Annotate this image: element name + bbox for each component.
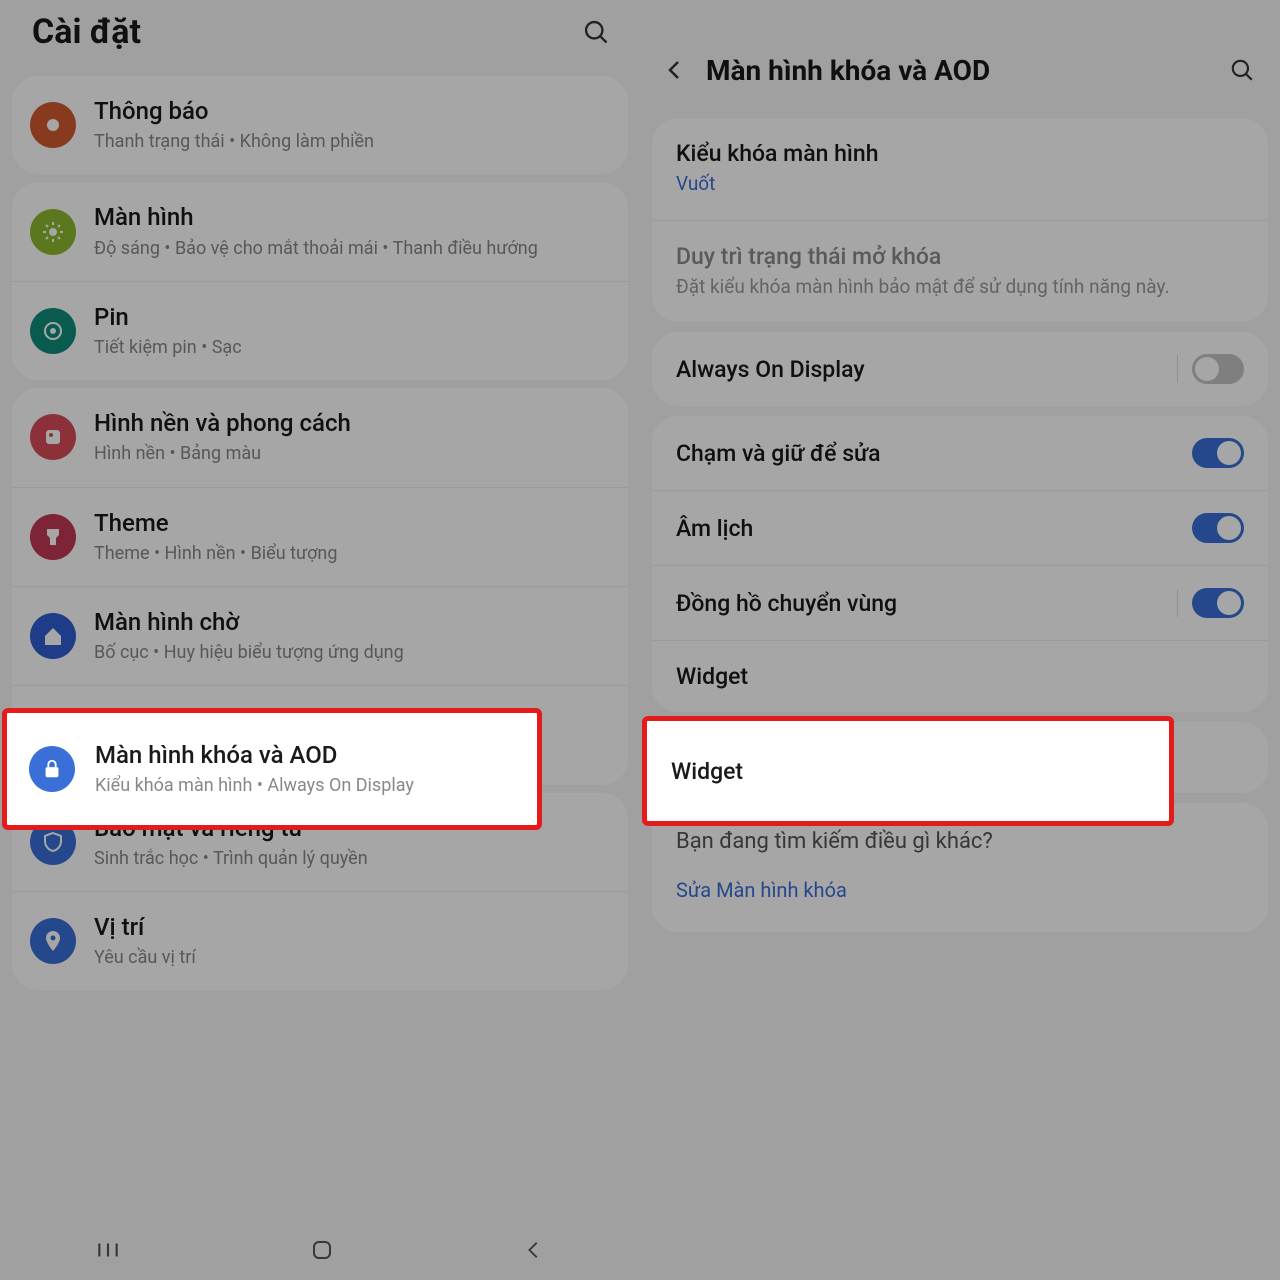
search-button[interactable] [1222, 50, 1262, 90]
extend-unlock-row: Duy trì trạng thái mở khóa Đặt kiểu khóa… [652, 220, 1268, 323]
location-icon [30, 918, 76, 964]
toggle-row[interactable]: Đồng hồ chuyển vùng [652, 565, 1268, 640]
android-navbar [0, 1220, 640, 1280]
settings-row[interactable]: Màn hình chờBố cục • Huy hiệu biểu tượng… [12, 586, 628, 685]
settings-row[interactable]: Vị tríYêu cầu vị trí [12, 891, 628, 990]
display-icon [30, 209, 76, 255]
home-nav-icon[interactable] [310, 1238, 334, 1262]
settings-pane: Cài đặt Thông báoThanh trạng thái • Khôn… [0, 0, 640, 1280]
back-button[interactable] [658, 53, 692, 87]
search-icon [582, 18, 610, 46]
settings-row[interactable]: Thông báoThanh trạng thái • Không làm ph… [12, 76, 628, 174]
search-button[interactable] [576, 12, 616, 52]
lockscreen-aod-pane: Màn hình khóa và AOD Kiểu khóa màn hình … [640, 0, 1280, 1280]
home-icon [30, 613, 76, 659]
recents-icon[interactable] [95, 1237, 121, 1263]
back-nav-icon[interactable] [523, 1239, 545, 1261]
battery-icon [30, 308, 76, 354]
aod-row[interactable]: Always On Display [652, 332, 1268, 406]
widget-row-highlight[interactable]: Widget [642, 716, 1174, 826]
wallpaper-icon [30, 414, 76, 460]
toggle-row[interactable]: Âm lịch [652, 490, 1268, 565]
chevron-left-icon [663, 58, 687, 82]
lock-icon [29, 746, 75, 792]
screen-title: Màn hình khóa và AOD [706, 54, 1208, 87]
search-icon [1229, 57, 1255, 83]
page-title: Cài đặt [32, 12, 141, 52]
aod-toggle[interactable] [1192, 354, 1244, 384]
settings-row[interactable]: ThemeTheme • Hình nền • Biểu tượng [12, 487, 628, 586]
widget-row[interactable]: Widget [652, 640, 1268, 712]
lockscreen-aod-row-highlight[interactable]: Màn hình khóa và AOD Kiểu khóa màn hình … [2, 708, 542, 830]
notification-icon [30, 102, 76, 148]
settings-row[interactable]: PinTiết kiệm pin • Sạc [12, 281, 628, 380]
theme-icon [30, 514, 76, 560]
row-sub: Kiểu khóa màn hình • Always On Display [95, 773, 515, 798]
edit-lockscreen-link[interactable]: Sửa Màn hình khóa [676, 878, 847, 902]
toggle-row[interactable]: Chạm và giữ để sửa [652, 416, 1268, 490]
toggle[interactable] [1192, 438, 1244, 468]
settings-row[interactable]: Màn hìnhĐộ sáng • Bảo vệ cho mắt thoải m… [12, 182, 628, 280]
toggle[interactable] [1192, 588, 1244, 618]
settings-row[interactable]: Hình nền và phong cáchHình nền • Bảng mà… [12, 388, 628, 486]
row-title: Màn hình khóa và AOD [95, 740, 515, 771]
lock-type-row[interactable]: Kiểu khóa màn hình Vuốt [652, 118, 1268, 220]
toggle[interactable] [1192, 513, 1244, 543]
